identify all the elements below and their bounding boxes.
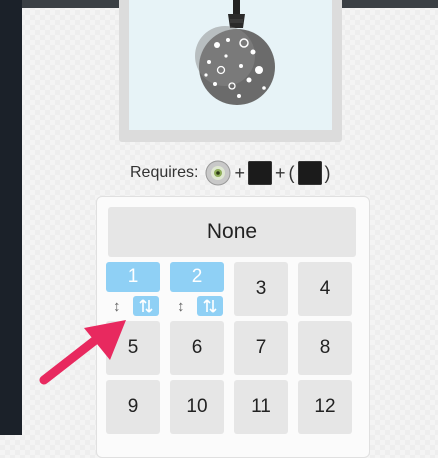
plus-sign: + [234,162,245,183]
slot-button-12[interactable]: 12 [298,380,352,434]
slot-button-3[interactable]: 3 [234,262,288,316]
pointer-arrow-icon [39,320,126,385]
left-sidebar [0,0,22,435]
slot-button-7[interactable]: 7 [234,321,288,375]
close-paren: ) [324,162,331,183]
ornament-image [195,0,275,105]
requirement-item-icon[interactable] [248,161,272,185]
swap-icon[interactable] [197,296,223,316]
selected-slot-2[interactable]: 2 [170,262,224,292]
requirements-row: Requires: + + ( ) [130,158,331,188]
swap-icon[interactable] [133,296,159,316]
eye-gem-icon[interactable] [205,160,231,186]
updown-arrow-icon[interactable]: ↕ [177,298,185,316]
open-paren: ( [288,162,295,183]
slot-button-4[interactable]: 4 [298,262,352,316]
optional-item-icon[interactable] [297,161,322,185]
none-button[interactable]: None [108,207,356,257]
plus-sign: + [275,162,286,183]
updown-arrow-icon[interactable]: ↕ [113,298,121,316]
slot-button-11[interactable]: 11 [234,380,288,434]
item-preview [129,0,332,130]
slot-button-10[interactable]: 10 [170,380,224,434]
selected-slot-1[interactable]: 1 [106,262,160,292]
slot-button-6[interactable]: 6 [170,321,224,375]
item-preview-frame [119,0,342,142]
requires-label: Requires: [130,164,199,181]
slot-button-8[interactable]: 8 [298,321,352,375]
